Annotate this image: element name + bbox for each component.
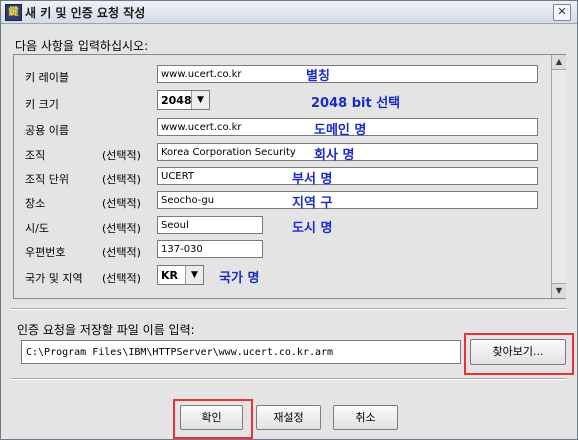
- scroll-down-icon[interactable]: ▼: [552, 283, 566, 298]
- locality-input[interactable]: Seocho-gu: [157, 191, 538, 209]
- state-input[interactable]: Seoul: [157, 216, 263, 234]
- file-path-input[interactable]: C:\Program Files\IBM\HTTPServer\www.ucer…: [21, 340, 461, 364]
- app-icon: 鍵: [5, 4, 22, 21]
- instruction-text: 다음 사항을 입력하십시오:: [15, 39, 149, 53]
- org-unit-label: 조직 단위: [25, 173, 69, 186]
- common-name-annotation: 도메인 명: [314, 123, 367, 138]
- row-common-name: 공용 이름 www.ucert.co.kr 도메인 명: [14, 118, 550, 140]
- vertical-scrollbar[interactable]: ▲ ▼: [551, 55, 566, 298]
- key-size-annotation: 2048 bit 선택: [311, 96, 401, 111]
- org-unit-optional: (선택적): [102, 173, 141, 186]
- locality-label: 장소: [25, 197, 46, 210]
- row-org-unit: 조직 단위 (선택적) UCERT 부서 명: [14, 167, 550, 189]
- form-panel: 키 레이블 www.ucert.co.kr 별칭 키 크기 2048 ▼ 204…: [13, 54, 566, 299]
- browse-button[interactable]: 찾아보기...: [470, 339, 566, 365]
- key-label-label: 키 레이블: [25, 71, 69, 84]
- close-button[interactable]: ✕: [553, 4, 571, 21]
- separator-top: [11, 308, 567, 310]
- common-name-label: 공용 이름: [25, 124, 69, 137]
- country-select[interactable]: KR ▼: [157, 265, 204, 285]
- row-state: 시/도 (선택적) Seoul 도시 명: [14, 216, 550, 238]
- country-value: KR: [161, 269, 178, 282]
- row-organization: 조직 (선택적) Korea Corporation Security 회사 명: [14, 143, 550, 165]
- title-bar: 鍵 새 키 및 인증 요청 작성 ✕: [1, 1, 577, 24]
- chevron-down-icon[interactable]: ▼: [185, 266, 203, 284]
- row-locality: 장소 (선택적) Seocho-gu 지역 구: [14, 191, 550, 213]
- cancel-button[interactable]: 취소: [333, 405, 398, 430]
- key-label-annotation: 별칭: [306, 69, 330, 84]
- reset-button[interactable]: 재설정: [256, 405, 321, 430]
- country-optional: (선택적): [102, 272, 141, 285]
- ok-button[interactable]: 확인: [180, 405, 243, 430]
- state-optional: (선택적): [102, 222, 141, 235]
- row-postal: 우편번호 (선택적) 137-030: [14, 240, 550, 262]
- country-annotation: 국가 명: [219, 271, 260, 286]
- organization-annotation: 회사 명: [314, 148, 355, 163]
- organization-label: 조직: [25, 149, 46, 162]
- key-size-value: 2048: [161, 94, 192, 107]
- chevron-down-icon[interactable]: ▼: [191, 91, 209, 109]
- postal-input[interactable]: 137-030: [157, 240, 263, 258]
- row-key-label: 키 레이블 www.ucert.co.kr 별칭: [14, 65, 550, 87]
- window-title: 새 키 및 인증 요청 작성: [25, 6, 146, 20]
- org-unit-annotation: 부서 명: [292, 172, 333, 187]
- separator-bottom: [11, 378, 567, 380]
- key-label-input[interactable]: www.ucert.co.kr: [157, 65, 538, 83]
- organization-optional: (선택적): [102, 149, 141, 162]
- dialog-window: 鍵 새 키 및 인증 요청 작성 ✕ 다음 사항을 입력하십시오: 키 레이블 …: [0, 0, 578, 440]
- postal-optional: (선택적): [102, 246, 141, 259]
- state-annotation: 도시 명: [292, 221, 333, 236]
- row-key-size: 키 크기 2048 ▼ 2048 bit 선택: [14, 90, 550, 112]
- country-label: 국가 및 지역: [25, 272, 83, 285]
- locality-optional: (선택적): [102, 197, 141, 210]
- row-country: 국가 및 지역 (선택적) KR ▼ 국가 명: [14, 265, 550, 287]
- file-label: 인증 요청을 저장할 파일 이름 입력:: [17, 323, 195, 337]
- org-unit-input[interactable]: UCERT: [157, 167, 538, 185]
- key-size-label: 키 크기: [25, 98, 59, 111]
- scroll-up-icon[interactable]: ▲: [552, 55, 566, 70]
- form-fields: 키 레이블 www.ucert.co.kr 별칭 키 크기 2048 ▼ 204…: [14, 55, 550, 298]
- locality-annotation: 지역 구: [292, 196, 333, 211]
- key-size-select[interactable]: 2048 ▼: [157, 90, 210, 110]
- postal-label: 우편번호: [25, 246, 66, 259]
- state-label: 시/도: [25, 222, 49, 235]
